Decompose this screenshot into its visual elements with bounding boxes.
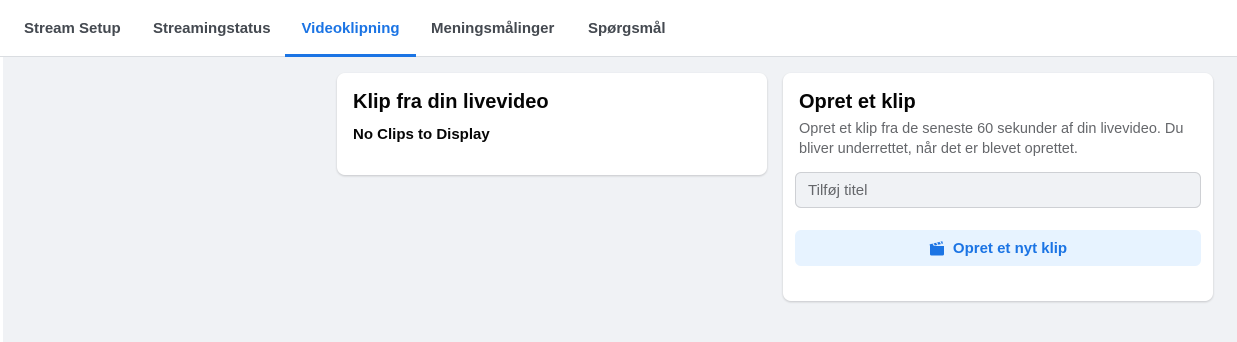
- no-clips-message: No Clips to Display: [353, 126, 490, 143]
- clips-card-title: Klip fra din livevideo: [353, 91, 549, 113]
- clapperboard-icon: [929, 240, 945, 256]
- create-clip-title: Opret et klip: [799, 91, 916, 113]
- create-clip-card: Opret et klip Opret et klip fra de senes…: [783, 73, 1213, 301]
- main-content: Klip fra din livevideo No Clips to Displ…: [3, 57, 1237, 342]
- tab-videoklipning[interactable]: Videoklipning: [285, 0, 416, 57]
- create-new-clip-button[interactable]: Opret et nyt klip: [795, 230, 1201, 266]
- clips-card: Klip fra din livevideo No Clips to Displ…: [337, 73, 767, 175]
- create-new-clip-label: Opret et nyt klip: [952, 239, 1068, 257]
- tab-bar: Stream Setup Streamingstatus Videoklipni…: [0, 0, 1237, 57]
- tab-streamingstatus[interactable]: Streamingstatus: [153, 0, 271, 56]
- create-clip-description: Opret et klip fra de seneste 60 sekunder…: [799, 121, 1184, 157]
- tab-meningsmalinger[interactable]: Meningsmålinger: [431, 0, 554, 56]
- tab-stream-setup[interactable]: Stream Setup: [24, 0, 121, 56]
- clip-title-input[interactable]: [795, 172, 1201, 208]
- tab-sporgsmal[interactable]: Spørgsmål: [588, 0, 666, 56]
